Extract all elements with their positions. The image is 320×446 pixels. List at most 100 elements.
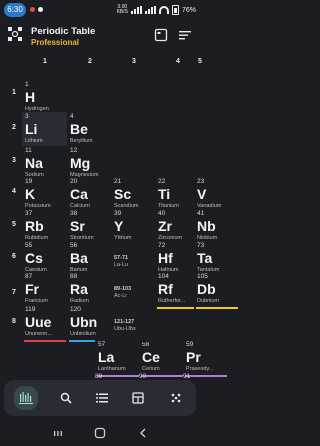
nav-list[interactable] [92,388,112,408]
atomic-number: 119 [25,306,36,313]
atomic-number: 11 [25,147,32,154]
wifi-icon [158,6,169,14]
atomic-number: 72 [158,242,166,249]
atomic-number: 22 [158,178,166,185]
element-symbol: Y [114,218,124,234]
element-symbol: Nb [197,218,216,234]
element-symbol: K [25,186,36,202]
element-cell[interactable]: 88 Ra Radium [67,272,113,309]
atomic-number: 4 [70,113,74,120]
atomic-number: 105 [197,273,208,280]
period-number-3: 3 [12,157,16,164]
nav-table[interactable] [128,388,148,408]
recents-icon[interactable] [52,427,64,439]
element-symbol: Mg [70,155,91,171]
atomic-number: 38 [70,210,78,217]
atomic-number: 20 [70,178,78,185]
atomic-number: 104 [158,273,169,280]
home-icon[interactable] [94,427,106,439]
signal-icon-2 [144,6,156,14]
system-nav-bar [0,420,200,446]
atomic-number: 56 [70,242,78,249]
element-symbol: Rb [25,218,44,234]
element-symbol: Fr [25,281,39,297]
element-symbol: Ti [158,186,171,202]
element-name: Praseody... [186,366,214,372]
atomic-number: 41 [197,210,205,217]
period-number-1: 1 [12,89,16,96]
element-cell[interactable]: 105 Db Dubnium [194,272,240,309]
nav-search[interactable] [56,388,76,408]
element-name: Beryllium [70,138,93,144]
group-header-2: 2 [88,58,92,65]
status-time: 6:30 [4,3,26,17]
atomic-number: 21 [114,178,122,185]
element-cell[interactable]: 3 Li Lithium [22,112,68,149]
app-subtitle: Professional [31,38,80,47]
nav-more[interactable] [166,388,186,408]
element-name: Lithium [25,138,43,144]
notification-dot-icon [38,7,43,12]
atomic-number: 19 [25,178,33,185]
element-symbol: V [197,186,207,202]
element-name: Lanthanum [98,366,126,372]
more-icon [171,393,181,403]
bottom-nav [4,380,196,416]
period-number-4: 4 [12,188,16,195]
battery-percent: 76% [181,6,196,14]
period-number-7: 7 [12,289,16,296]
atomic-number: 87 [25,273,33,280]
element-symbol: Ra [70,281,88,297]
element-cell[interactable]: 59 Pr Praseody... [183,340,229,377]
element-cell[interactable]: 58 Ce Cerium [139,340,185,377]
table-icon [132,392,144,404]
category-bar [97,375,139,377]
element-symbol: Ta [197,250,213,266]
atomic-number: 12 [70,147,78,154]
atomic-number: 120 [70,306,81,313]
element-name: Ununenn... [25,331,52,337]
element-cell[interactable]: 4 Be Beryllium [67,112,113,149]
element-symbol: Ubn [70,314,98,330]
atomic-number: 59 [186,341,194,348]
back-icon[interactable] [137,427,149,439]
element-cell[interactable]: 120 Ubn Unbinilium [67,305,113,342]
element-symbol: Sc [114,186,132,202]
series-cell-actinides[interactable]: 89-103 Ac-Lr [111,272,157,309]
atomic-number: 39 [114,210,122,217]
element-name: Francium [25,298,48,304]
element-symbol: Cs [25,250,43,266]
menu-icon[interactable] [178,28,192,42]
element-number-89: 89 [95,373,103,380]
atomic-number: 58 [142,341,150,348]
view-toggle-icon[interactable] [154,28,168,42]
category-bar [196,307,238,309]
nav-spectrum[interactable] [14,386,38,410]
element-number-91: 91 [183,373,191,380]
element-number-90: 90 [139,373,147,380]
element-symbol: Be [70,121,88,137]
element-symbol: H [25,89,36,105]
status-bar: 6:30 3.00 KB/S 76% [0,0,200,20]
group-header-1: 1 [43,58,47,65]
battery-icon [171,5,179,15]
element-cell[interactable]: 57 La Lanthanum [95,340,141,377]
element-name: Cerium [142,366,160,372]
element-cell[interactable]: 119 Uue Ununenn... [22,305,68,342]
search-icon [60,392,72,404]
series-cell-superactinides[interactable]: 121-127 Ubu-Ubs [111,305,157,342]
list-icon [96,393,108,403]
element-symbol: Li [25,121,38,137]
element-symbol: Ca [70,186,88,202]
category-bar [141,375,183,377]
atomic-number: 88 [70,273,78,280]
element-cell[interactable]: 87 Fr Francium [22,272,68,309]
category-bar [185,375,227,377]
atomic-number: 37 [25,210,33,217]
category-bar [24,340,66,342]
element-name: Unbinilium [70,331,96,337]
status-icons: 3.00 KB/S 76% [117,4,196,16]
signal-icon [130,6,142,14]
atomic-number: 55 [25,242,33,249]
period-number-5: 5 [12,221,16,228]
